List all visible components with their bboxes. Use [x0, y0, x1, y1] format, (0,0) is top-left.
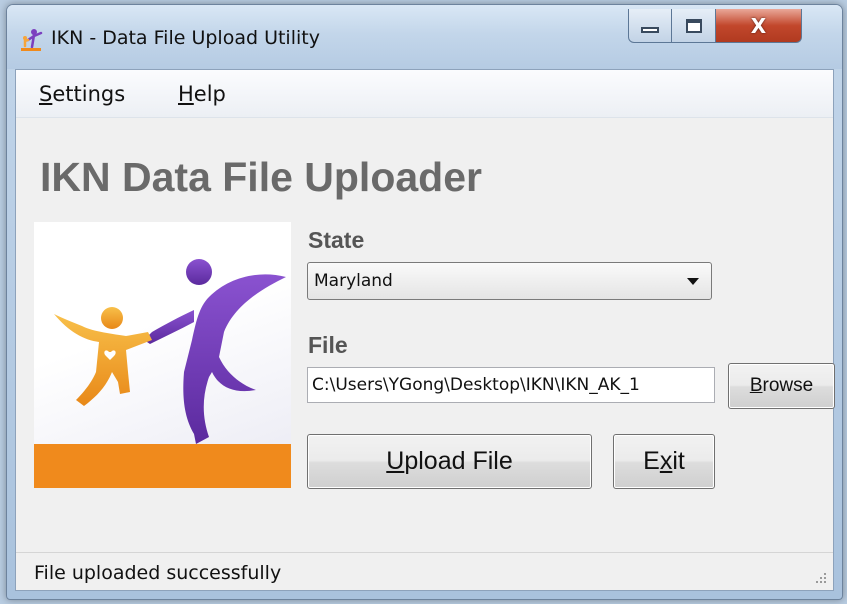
file-path-input[interactable]: C:\Users\YGong\Desktop\IKN\IKN_AK_1: [307, 367, 715, 403]
window-title: IKN - Data File Upload Utility: [51, 27, 320, 49]
status-text: File uploaded successfully: [34, 562, 282, 584]
state-select-value: Maryland: [314, 271, 393, 291]
page-title: IKN Data File Uploader: [40, 154, 482, 200]
browse-button[interactable]: Browse: [728, 363, 835, 409]
title-bar[interactable]: IKN - Data File Upload Utility X: [7, 5, 842, 69]
close-button[interactable]: X: [716, 9, 802, 43]
menu-bar: Settings Help: [16, 70, 833, 118]
app-icon: [21, 29, 43, 51]
client-area: Settings Help IKN Data File Uploader Sta…: [15, 69, 835, 591]
menu-settings[interactable]: Settings: [39, 82, 125, 106]
status-bar: File uploaded successfully: [16, 552, 833, 590]
minimize-icon: [641, 26, 659, 33]
state-select[interactable]: Maryland: [307, 262, 712, 300]
close-icon: X: [750, 13, 767, 38]
ikn-logo-image: [34, 222, 291, 488]
state-label: State: [308, 227, 365, 253]
maximize-icon: [685, 18, 702, 33]
chevron-down-icon: [687, 278, 699, 285]
minimize-button[interactable]: [628, 9, 672, 43]
maximize-button[interactable]: [672, 9, 716, 43]
menu-help[interactable]: Help: [178, 82, 226, 106]
app-window: IKN - Data File Upload Utility X Setting…: [6, 4, 843, 600]
ikn-family-logo-icon: [34, 259, 291, 488]
upload-file-button[interactable]: Upload File: [307, 434, 592, 489]
file-label: File: [308, 332, 348, 358]
exit-button[interactable]: Ex it: [613, 434, 715, 489]
resize-grip-icon[interactable]: [813, 570, 827, 584]
